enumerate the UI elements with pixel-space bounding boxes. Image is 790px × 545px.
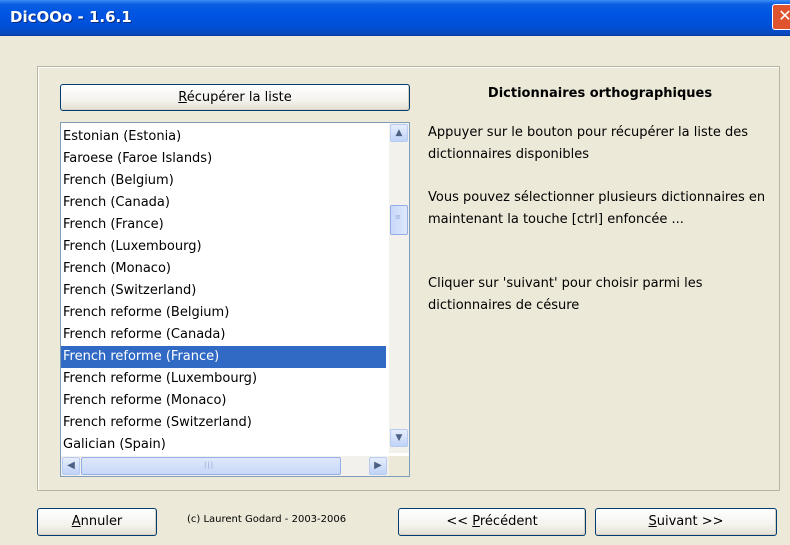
scroll-right-button[interactable]: ▶ bbox=[369, 457, 387, 475]
panel-title: Dictionnaires orthographiques bbox=[487, 86, 713, 101]
next-mnemonic: S bbox=[648, 514, 657, 529]
vertical-scroll-thumb[interactable]: ≡ bbox=[390, 205, 408, 235]
cancel-mnemonic: A bbox=[71, 514, 81, 529]
previous-mnemonic: P bbox=[472, 514, 480, 529]
next-button[interactable]: Suivant >> bbox=[595, 508, 777, 536]
list-item[interactable]: Estonian (Estonia) bbox=[61, 126, 386, 148]
list-item[interactable]: French (Luxembourg) bbox=[61, 236, 386, 258]
instruction-next: Cliquer sur 'suivant' pour choisir parmi… bbox=[428, 276, 703, 313]
list-item[interactable]: French reforme (Monaco) bbox=[61, 390, 386, 412]
list-item[interactable]: French (Canada) bbox=[61, 192, 386, 214]
next-label: uivant >> bbox=[656, 514, 724, 529]
instruction-fetch: Appuyer sur le bouton pour récupérer la … bbox=[428, 125, 749, 162]
close-button[interactable]: ✕ bbox=[772, 4, 790, 30]
list-item[interactable]: French reforme (France) bbox=[61, 346, 386, 368]
scroll-down-button[interactable]: ▼ bbox=[390, 429, 408, 447]
horizontal-scroll-thumb[interactable]: ||| bbox=[81, 457, 341, 475]
instruction-multiselect: Vous pouvez sélectionner plusieurs dicti… bbox=[428, 190, 766, 227]
horizontal-scrollbar[interactable]: ◀ ||| ▶ bbox=[61, 456, 391, 476]
dictionary-list-items: Estonian (Estonia) Faroese (Faroe Islands… bbox=[61, 126, 386, 456]
title-bar[interactable]: DicOOo - 1.6.1 ✕ bbox=[0, 0, 790, 36]
list-item[interactable]: Faroese (Faroe Islands) bbox=[61, 148, 386, 170]
list-item[interactable]: French reforme (Belgium) bbox=[61, 302, 386, 324]
list-item[interactable]: French (Belgium) bbox=[61, 170, 386, 192]
cancel-label: nnuler bbox=[80, 514, 123, 529]
previous-prefix: << bbox=[446, 514, 473, 529]
cancel-button[interactable]: Annuler bbox=[37, 508, 157, 536]
chevron-up-icon: ▲ bbox=[395, 128, 403, 138]
dictionary-listbox[interactable]: Estonian (Estonia) Faroese (Faroe Islands… bbox=[60, 122, 410, 477]
scroll-left-button[interactable]: ◀ bbox=[62, 457, 80, 475]
close-icon: ✕ bbox=[778, 6, 790, 25]
fetch-list-label: écupérer la liste bbox=[186, 90, 292, 105]
scrollbar-corner bbox=[389, 456, 409, 476]
chevron-right-icon: ▶ bbox=[374, 460, 382, 471]
previous-label: récédent bbox=[479, 514, 538, 529]
copyright-text: (c) Laurent Godard - 2003-2006 bbox=[187, 514, 347, 525]
scroll-up-button[interactable]: ▲ bbox=[390, 124, 408, 142]
chevron-left-icon: ◀ bbox=[67, 460, 75, 471]
grip-icon: ≡ bbox=[395, 213, 402, 221]
fetch-list-button[interactable]: Récupérer la liste bbox=[60, 84, 410, 111]
list-item[interactable]: French reforme (Luxembourg) bbox=[61, 368, 386, 390]
fetch-list-mnemonic: R bbox=[178, 90, 187, 105]
grip-icon: ||| bbox=[204, 461, 215, 469]
previous-button[interactable]: << Précédent bbox=[398, 508, 586, 536]
chevron-down-icon: ▼ bbox=[395, 433, 403, 443]
vertical-scrollbar[interactable]: ▲ ≡ ▼ bbox=[389, 123, 409, 453]
list-item[interactable]: French (Monaco) bbox=[61, 258, 386, 280]
window-title: DicOOo - 1.6.1 bbox=[10, 8, 132, 26]
list-item[interactable]: French (France) bbox=[61, 214, 386, 236]
list-item[interactable]: French reforme (Switzerland) bbox=[61, 412, 386, 434]
list-item[interactable]: French (Switzerland) bbox=[61, 280, 386, 302]
list-item[interactable]: Galician (Spain) bbox=[61, 434, 386, 456]
list-item[interactable]: French reforme (Canada) bbox=[61, 324, 386, 346]
